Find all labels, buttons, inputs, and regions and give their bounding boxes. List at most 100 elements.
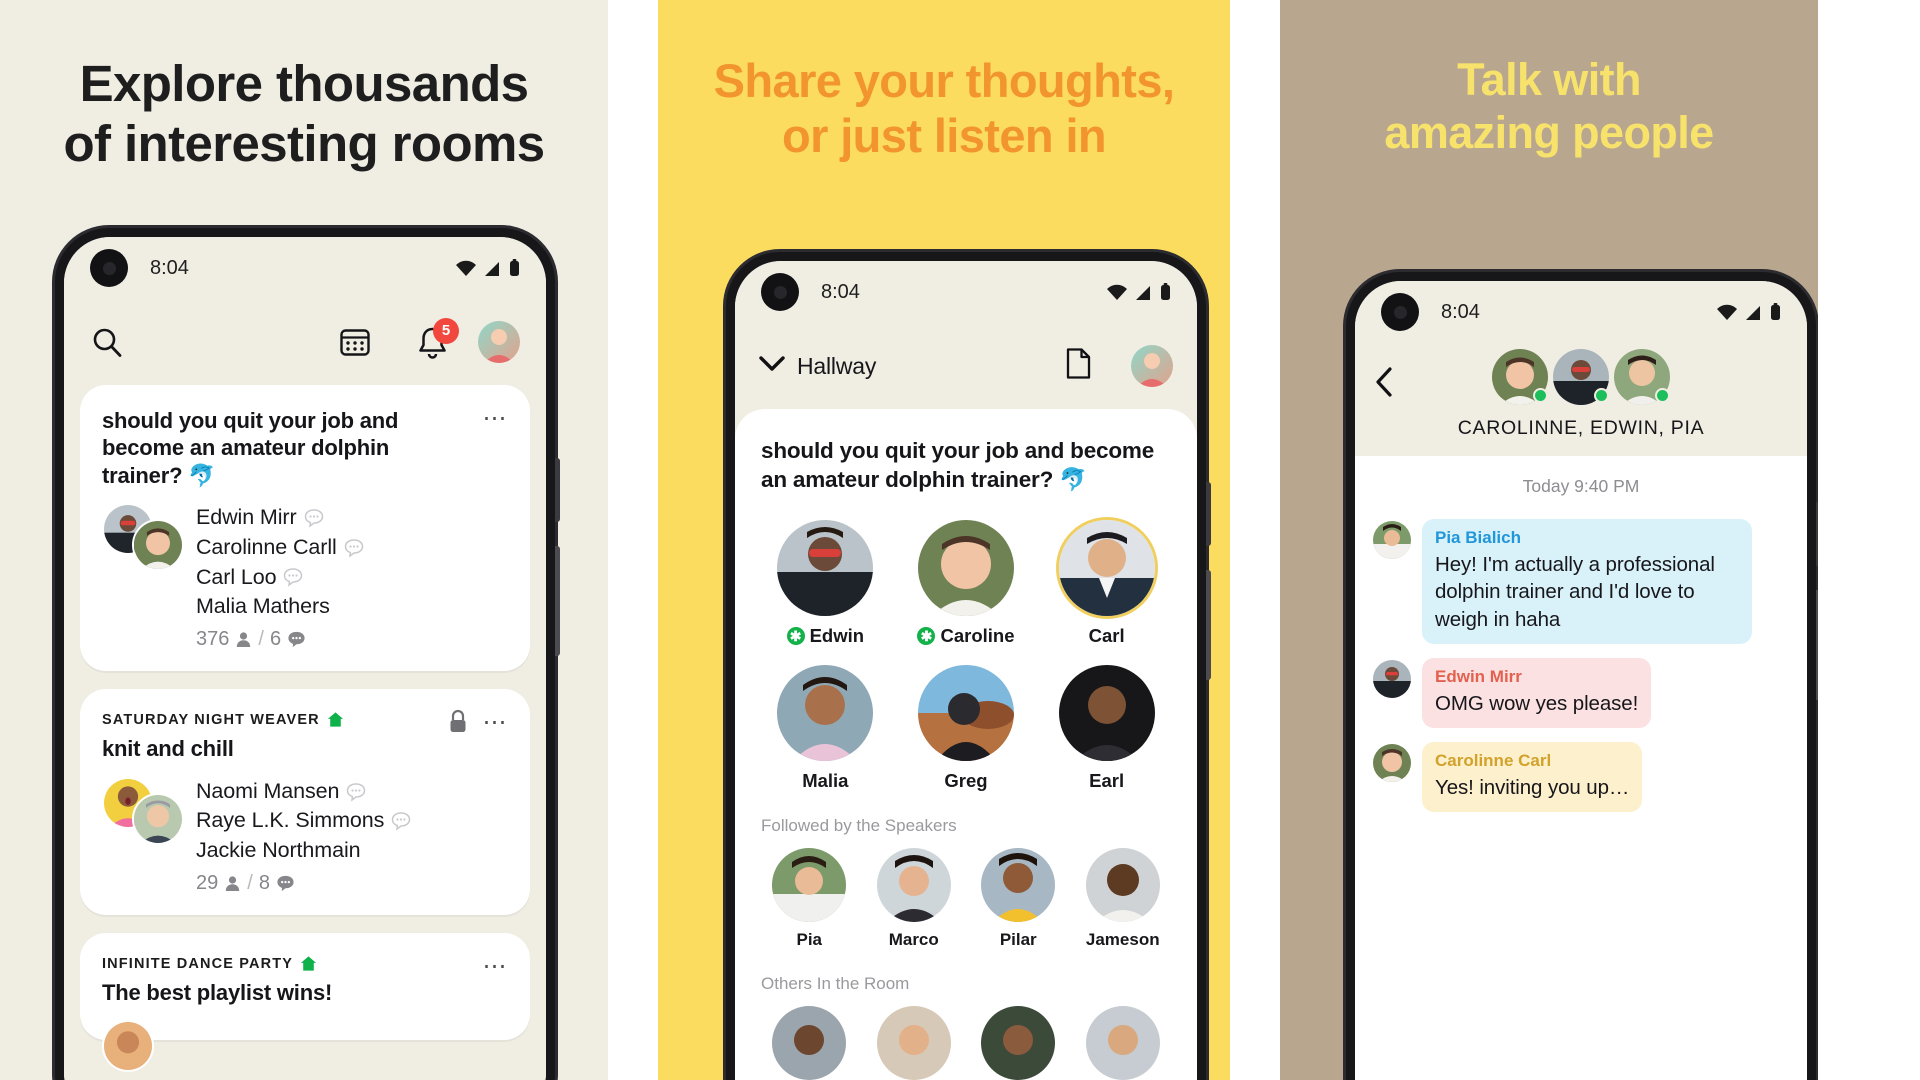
person-tile[interactable]: Pilar [970,848,1067,950]
battery-icon [1161,283,1170,300]
avatar[interactable] [1373,744,1411,782]
lock-icon [448,709,468,739]
speaker-avatar-stack [102,502,186,652]
avatar [102,1020,154,1073]
message-bubble: Pia Bialich Hey! I'm actually a professi… [1422,519,1752,644]
listener-count: 376 [196,628,230,651]
avatar[interactable] [1373,521,1411,559]
notification-badge: 5 [433,317,459,344]
speaker-name: Carl Loo [196,564,277,589]
status-time: 8:04 [150,256,189,279]
avatar[interactable] [1553,349,1609,405]
speaker-tile-label: Carl [1042,625,1171,647]
wifi-icon [1717,304,1737,320]
room-card[interactable]: ⋯ INFINITE DANCE PARTY The best playlist… [80,933,530,1073]
new-member-badge: ✱ [786,627,805,646]
camera-punch-hole [1381,293,1419,331]
calendar-icon[interactable] [339,326,371,358]
avatar [1085,848,1160,923]
back-arrow-icon[interactable] [1375,367,1393,402]
speaker-tile-label: Earl [1042,770,1171,792]
marketing-screenshot-stage: Explore thousands of interesting rooms 8… [0,0,1920,1080]
speaker-tile-active[interactable]: Carl [1042,520,1171,647]
avatar[interactable] [1614,349,1670,405]
speaker-tile[interactable]: Malia [761,665,890,792]
rooms-feed[interactable]: ⋯ should you quit your job and become an… [64,385,546,1080]
chat-participants-avatars [1375,349,1787,405]
club-house-icon [327,712,343,727]
room-name: Hallway [797,352,877,379]
message-sender: Carolinne Carl [1435,751,1552,770]
speaker-name: Carl [1088,625,1125,647]
message-bubble: Carolinne Carl Yes! inviting you up… [1422,742,1643,813]
profile-avatar[interactable] [1131,345,1173,387]
person-tile[interactable] [970,1006,1067,1080]
status-bar: 8:04 [64,237,546,299]
message-text: Hey! I'm actually a professional dolphin… [1435,553,1715,631]
speakers-grid: ✱ Edwin ✱ Caroline Carl Malia Greg Earl [761,520,1171,792]
panel-divider [608,0,658,1080]
online-indicator [1655,388,1670,403]
panel-explore-rooms: Explore thousands of interesting rooms 8… [0,0,608,1080]
room-question: should you quit your job and become an a… [761,438,1155,492]
person-tile[interactable]: Marco [866,848,963,950]
chevron-down-icon[interactable] [759,355,785,378]
speaker-row: Naomi Mansen [196,777,508,807]
avatar [772,848,847,923]
online-indicator [1533,388,1548,403]
online-indicator [1594,388,1609,403]
room-sheet[interactable]: should you quit your job and become an a… [735,409,1197,1080]
cellular-icon [1746,305,1760,320]
room-title: The best playlist wins! [102,980,333,1006]
room-stats: 376 / 6 [196,628,508,651]
search-icon[interactable] [90,325,124,359]
avatar[interactable] [1373,659,1411,698]
person-name: Jameson [1085,930,1160,950]
profile-avatar[interactable] [478,321,520,363]
headline-line-2: of interesting rooms [63,114,545,172]
avatar [917,665,1014,762]
room-card[interactable]: ⋯ SATURDAY NIGHT WEAVER knit and chill N… [80,689,530,916]
chat-messages[interactable]: Today 9:40 PM Pia Bialich Hey! I'm actua… [1355,456,1807,1080]
speaker-row: Jackie Northmain [196,836,508,866]
bell-icon[interactable]: 5 [417,317,459,359]
speaker-name: Malia [802,770,849,792]
headline-line-1: Explore thousands [79,55,529,112]
chat-header: CAROLINNE, EDWIN, PIA [1355,343,1807,456]
room-card[interactable]: ⋯ should you quit your job and become an… [80,385,530,672]
speaker-tile-label: ✱ Caroline [902,625,1031,647]
room-title: should you quit your job and become an a… [102,408,399,488]
person-tile[interactable]: Pia [761,848,858,950]
more-options-icon[interactable]: ⋯ [483,407,509,431]
speaker-name: Greg [944,770,988,792]
speaker-row: Edwin Mirr [196,503,508,533]
followed-grid: Pia Marco Pilar Jameson [761,848,1171,950]
document-icon[interactable] [1066,348,1091,384]
person-tile[interactable] [866,1006,963,1080]
speaker-tile[interactable]: Earl [1042,665,1171,792]
speaker-tile-label: Malia [761,770,890,792]
speaker-tile[interactable]: ✱ Edwin [761,520,890,647]
panel-1-headline: Explore thousands of interesting rooms [0,0,608,173]
phone-1-screen: 8:04 5 ⋯ should you quit your job and be… [64,237,546,1080]
followed-by-speakers-label: Followed by the Speakers [761,816,957,836]
speaker-tile[interactable]: Greg [902,665,1031,792]
chat-message: Carolinne Carl Yes! inviting you up… [1373,742,1789,813]
battery-icon [1771,303,1780,320]
club-name: SATURDAY NIGHT WEAVER [102,711,320,728]
person-tile[interactable] [761,1006,858,1080]
status-indicators [1106,283,1171,301]
speaking-icon [277,876,294,892]
club-name: INFINITE DANCE PARTY [102,955,294,972]
room-stats: 29 / 8 [196,872,508,895]
person-tile[interactable]: Jameson [1075,848,1172,950]
person-tile[interactable] [1075,1006,1172,1080]
person-name: Pia [796,930,823,950]
avatar[interactable] [1492,349,1548,405]
panel-share-thoughts: Share your thoughts, or just listen in 8… [658,0,1230,1080]
new-member-badge: ✱ [917,627,936,646]
speaker-tile[interactable]: ✱ Caroline [902,520,1031,647]
more-options-icon[interactable]: ⋯ [483,711,509,735]
status-bar: 8:04 [1355,281,1807,343]
more-options-icon[interactable]: ⋯ [483,955,509,979]
